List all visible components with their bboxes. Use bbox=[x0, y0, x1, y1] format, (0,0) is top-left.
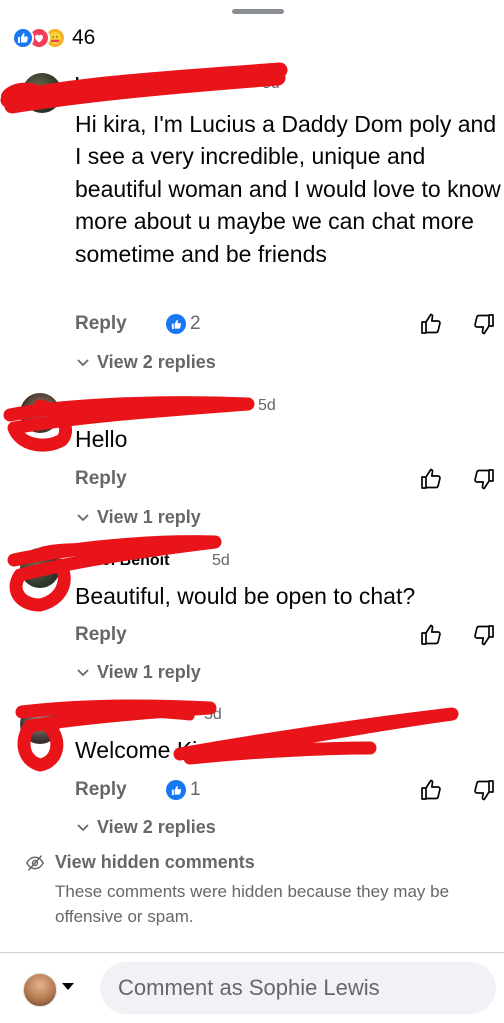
comment-input-placeholder: Comment as Sophie Lewis bbox=[118, 975, 380, 1000]
upvote-icon[interactable] bbox=[419, 778, 443, 802]
comment-time[interactable]: 5d bbox=[204, 706, 222, 724]
eye-slash-icon bbox=[25, 854, 45, 871]
view-replies-label: View 1 reply bbox=[97, 662, 201, 682]
comment-time[interactable]: 5d bbox=[212, 552, 230, 570]
drag-handle[interactable] bbox=[232, 9, 284, 14]
view-replies-label: View 1 reply bbox=[97, 507, 201, 527]
reply-button[interactable]: Reply bbox=[75, 313, 127, 335]
avatar[interactable] bbox=[23, 973, 57, 1007]
view-replies-button[interactable]: View 2 replies bbox=[77, 817, 216, 838]
comment-time[interactable]: 5d bbox=[262, 75, 280, 93]
reply-button[interactable]: Reply bbox=[75, 779, 127, 801]
chevron-down-icon bbox=[77, 823, 89, 831]
like-reaction-icon bbox=[166, 314, 186, 334]
downvote-icon[interactable] bbox=[472, 467, 496, 491]
reply-button[interactable]: Reply bbox=[75, 468, 127, 490]
downvote-icon[interactable] bbox=[472, 312, 496, 336]
comment-input[interactable]: Comment as Sophie Lewis bbox=[100, 962, 496, 1014]
comment-time[interactable]: 5d bbox=[258, 397, 276, 415]
like-count[interactable]: 1 bbox=[166, 779, 201, 801]
downvote-icon[interactable] bbox=[472, 623, 496, 647]
avatar[interactable] bbox=[22, 73, 62, 113]
view-replies-button[interactable]: View 1 reply bbox=[77, 507, 201, 528]
like-count-value: 1 bbox=[190, 779, 201, 800]
upvote-icon[interactable] bbox=[419, 467, 443, 491]
like-reaction-icon bbox=[12, 27, 34, 49]
avatar[interactable] bbox=[20, 548, 60, 588]
chevron-down-icon bbox=[77, 358, 89, 366]
comment-author[interactable]: Lucius bbox=[75, 75, 127, 93]
like-reaction-icon bbox=[166, 780, 186, 800]
reaction-count: 46 bbox=[72, 26, 96, 49]
comment-author[interactable]: T. J. Benoit bbox=[85, 552, 169, 570]
chevron-down-icon bbox=[77, 668, 89, 676]
upvote-icon[interactable] bbox=[419, 623, 443, 647]
like-count-value: 2 bbox=[190, 313, 201, 334]
hidden-comments-description: These comments were hidden because they … bbox=[55, 882, 450, 926]
upvote-icon[interactable] bbox=[419, 312, 443, 336]
reaction-summary[interactable]: 46 bbox=[12, 25, 95, 51]
like-count[interactable]: 2 bbox=[166, 313, 201, 335]
caret-down-icon[interactable] bbox=[62, 983, 74, 991]
view-hidden-comments-button[interactable]: View hidden comments bbox=[25, 852, 255, 873]
view-replies-label: View 2 replies bbox=[97, 817, 216, 837]
view-replies-button[interactable]: View 2 replies bbox=[77, 352, 216, 373]
comment-text: Hi kira, I'm Lucius a Daddy Dom poly and… bbox=[75, 111, 501, 267]
avatar[interactable] bbox=[20, 393, 60, 433]
view-replies-label: View 2 replies bbox=[97, 352, 216, 372]
hidden-comments-title: View hidden comments bbox=[55, 852, 255, 872]
downvote-icon[interactable] bbox=[472, 778, 496, 802]
reply-button[interactable]: Reply bbox=[75, 624, 127, 646]
comment-text: Hello bbox=[75, 426, 128, 452]
redaction-stroke bbox=[55, 708, 195, 723]
chevron-down-icon bbox=[77, 513, 89, 521]
view-replies-button[interactable]: View 1 reply bbox=[77, 662, 201, 683]
avatar[interactable] bbox=[20, 704, 60, 744]
comment-text: Welcome Ki bbox=[75, 737, 198, 763]
comment-text: Beautiful, would be open to chat? bbox=[75, 583, 416, 609]
